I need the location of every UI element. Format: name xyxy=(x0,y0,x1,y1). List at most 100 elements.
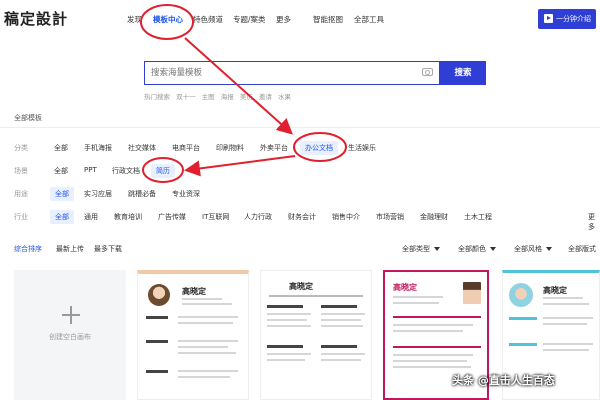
resume-text-line xyxy=(178,370,238,372)
filter-option[interactable]: 金融理财 xyxy=(420,212,448,222)
style-dropdown[interactable]: 全部风格 xyxy=(514,244,552,254)
resume-section-heading xyxy=(267,345,303,348)
hot-search-item[interactable]: 双十一 xyxy=(176,93,196,101)
resume-text-line xyxy=(543,317,593,319)
all-templates-breadcrumb[interactable]: 全部模板 xyxy=(14,113,42,123)
resume-text-line xyxy=(393,360,467,362)
resume-text-line xyxy=(178,346,228,348)
camera-icon[interactable] xyxy=(422,68,433,76)
nav-all-tools[interactable]: 全部工具 xyxy=(354,14,384,25)
sort-option[interactable]: 最多下载 xyxy=(94,244,122,254)
hot-search-item[interactable]: 水果 xyxy=(278,93,291,101)
filter-option[interactable]: 土木工程 xyxy=(464,212,492,222)
nav-smart-cutout[interactable]: 智能抠图 xyxy=(313,14,343,25)
industry-more-link[interactable]: 更多 xyxy=(588,212,600,232)
filter-label: 分类 xyxy=(14,144,28,152)
filter-option[interactable]: 广告传媒 xyxy=(158,212,186,222)
hot-search-item[interactable]: 海报 xyxy=(221,93,234,101)
color-dropdown[interactable]: 全部颜色 xyxy=(458,244,496,254)
resume-name: 高晓定 xyxy=(182,287,206,296)
filter-option[interactable]: 全部 xyxy=(54,166,68,176)
filter-option[interactable]: 教育培训 xyxy=(114,212,142,222)
resume-section-heading xyxy=(267,305,303,308)
top-header: 稿定設計 发现 模板中心 特色频道 专题/案类 更多 智能抠图 全部工具 一分钟… xyxy=(0,0,600,40)
resume-text-line xyxy=(393,354,473,356)
resume-name: 高晓定 xyxy=(543,286,567,295)
filter-option[interactable]: 通用 xyxy=(84,212,98,222)
nav-discover[interactable]: 发现 xyxy=(127,14,142,25)
filter-option[interactable]: 人力行政 xyxy=(244,212,272,222)
filter-row-scene: 场景 全部 PPT 行政文档 简历 xyxy=(0,162,600,180)
layout-dropdown[interactable]: 全部版式 xyxy=(568,244,596,254)
resume-name: 高晓定 xyxy=(289,282,313,291)
hot-search-item[interactable]: 主图 xyxy=(202,93,215,101)
chevron-down-icon xyxy=(490,247,496,251)
sort-bar: 综合排序 最新上传 最多下载 全部类型 全部颜色 全部风格 全部版式 xyxy=(0,241,600,257)
sort-option-selected[interactable]: 综合排序 xyxy=(14,244,42,254)
filter-option-selected[interactable]: 简历 xyxy=(151,164,175,178)
hot-search-label: 热门搜索 xyxy=(144,93,170,101)
filter-option[interactable]: 市场营销 xyxy=(376,212,404,222)
resume-name: 高晓定 xyxy=(393,283,417,292)
resume-text-line xyxy=(178,352,236,354)
filter-option[interactable]: 手机海报 xyxy=(84,143,112,153)
plus-icon xyxy=(62,306,80,324)
hot-search-item[interactable]: 邀请 xyxy=(259,93,272,101)
filter-option-selected[interactable]: 全部 xyxy=(50,187,74,201)
filter-label: 用途 xyxy=(14,190,28,198)
resume-text-line xyxy=(182,303,232,305)
resume-template-card[interactable]: 高晓定 xyxy=(137,270,249,400)
filter-row-industry: 行业 全部 通用 教育培训 广告传媒 IT互联网 人力行政 财务会计 销售中介 … xyxy=(0,208,600,231)
dropdown-label: 全部类型 xyxy=(402,245,430,253)
nav-topics[interactable]: 专题/案类 xyxy=(233,14,266,25)
search-input[interactable] xyxy=(151,66,411,80)
resume-section-heading xyxy=(509,343,537,346)
filter-option[interactable]: 跳槽必备 xyxy=(128,189,156,199)
filter-option[interactable]: 实习应届 xyxy=(84,189,112,199)
type-dropdown[interactable]: 全部类型 xyxy=(402,244,440,254)
filter-option[interactable]: 专业资深 xyxy=(172,189,200,199)
play-icon xyxy=(544,14,553,23)
filter-option[interactable]: 销售中介 xyxy=(332,212,360,222)
filter-option-selected[interactable]: 办公文档 xyxy=(300,141,338,155)
nav-template-center[interactable]: 模板中心 xyxy=(153,14,183,25)
resume-text-line xyxy=(178,322,233,324)
hot-searches: 热门搜索 双十一 主图 海报 美历 邀请 水果 xyxy=(144,91,295,101)
create-blank-canvas-card[interactable]: 创建空白画布 xyxy=(14,270,126,400)
resume-text-line xyxy=(267,325,311,327)
resume-photo xyxy=(509,283,533,307)
watermark: 头条 @直击人生百态 xyxy=(452,374,555,387)
hot-search-item[interactable]: 美历 xyxy=(240,93,253,101)
filter-option[interactable]: 财务会计 xyxy=(288,212,316,222)
filter-option[interactable]: 印刷物料 xyxy=(216,143,244,153)
dropdown-label: 全部版式 xyxy=(568,245,596,253)
search-button[interactable]: 搜索 xyxy=(440,61,486,85)
filter-option[interactable]: 行政文档 xyxy=(112,166,140,176)
resume-text-line xyxy=(321,353,365,355)
filter-option[interactable]: IT互联网 xyxy=(202,212,229,222)
resume-text-line xyxy=(543,349,589,351)
resume-text-line xyxy=(182,298,222,300)
site-logo[interactable]: 稿定設計 xyxy=(4,8,68,29)
resume-text-line xyxy=(543,323,587,325)
nav-featured-channel[interactable]: 特色频道 xyxy=(193,14,223,25)
nav-more[interactable]: 更多 xyxy=(276,14,291,25)
resume-template-card[interactable]: 高晓定 xyxy=(260,270,372,400)
filter-label: 行业 xyxy=(14,213,28,221)
chevron-down-icon xyxy=(434,247,440,251)
filter-option[interactable]: 全部 xyxy=(54,143,68,153)
intro-button-label: 一分钟介绍 xyxy=(556,15,591,23)
filter-option[interactable]: PPT xyxy=(84,166,97,174)
resume-section-heading xyxy=(146,340,168,343)
create-blank-label: 创建空白画布 xyxy=(49,333,91,341)
filter-option[interactable]: 生活娱乐 xyxy=(348,143,376,153)
resume-text-line xyxy=(321,313,365,315)
filter-option[interactable]: 社交媒体 xyxy=(128,143,156,153)
resume-section-heading xyxy=(321,305,357,308)
filter-option-selected[interactable]: 全部 xyxy=(50,210,74,224)
filter-option[interactable]: 电商平台 xyxy=(172,143,200,153)
sort-option[interactable]: 最新上传 xyxy=(56,244,84,254)
filter-option[interactable]: 外卖平台 xyxy=(260,143,288,153)
intro-video-button[interactable]: 一分钟介绍 xyxy=(538,9,596,29)
resume-photo xyxy=(148,284,170,306)
